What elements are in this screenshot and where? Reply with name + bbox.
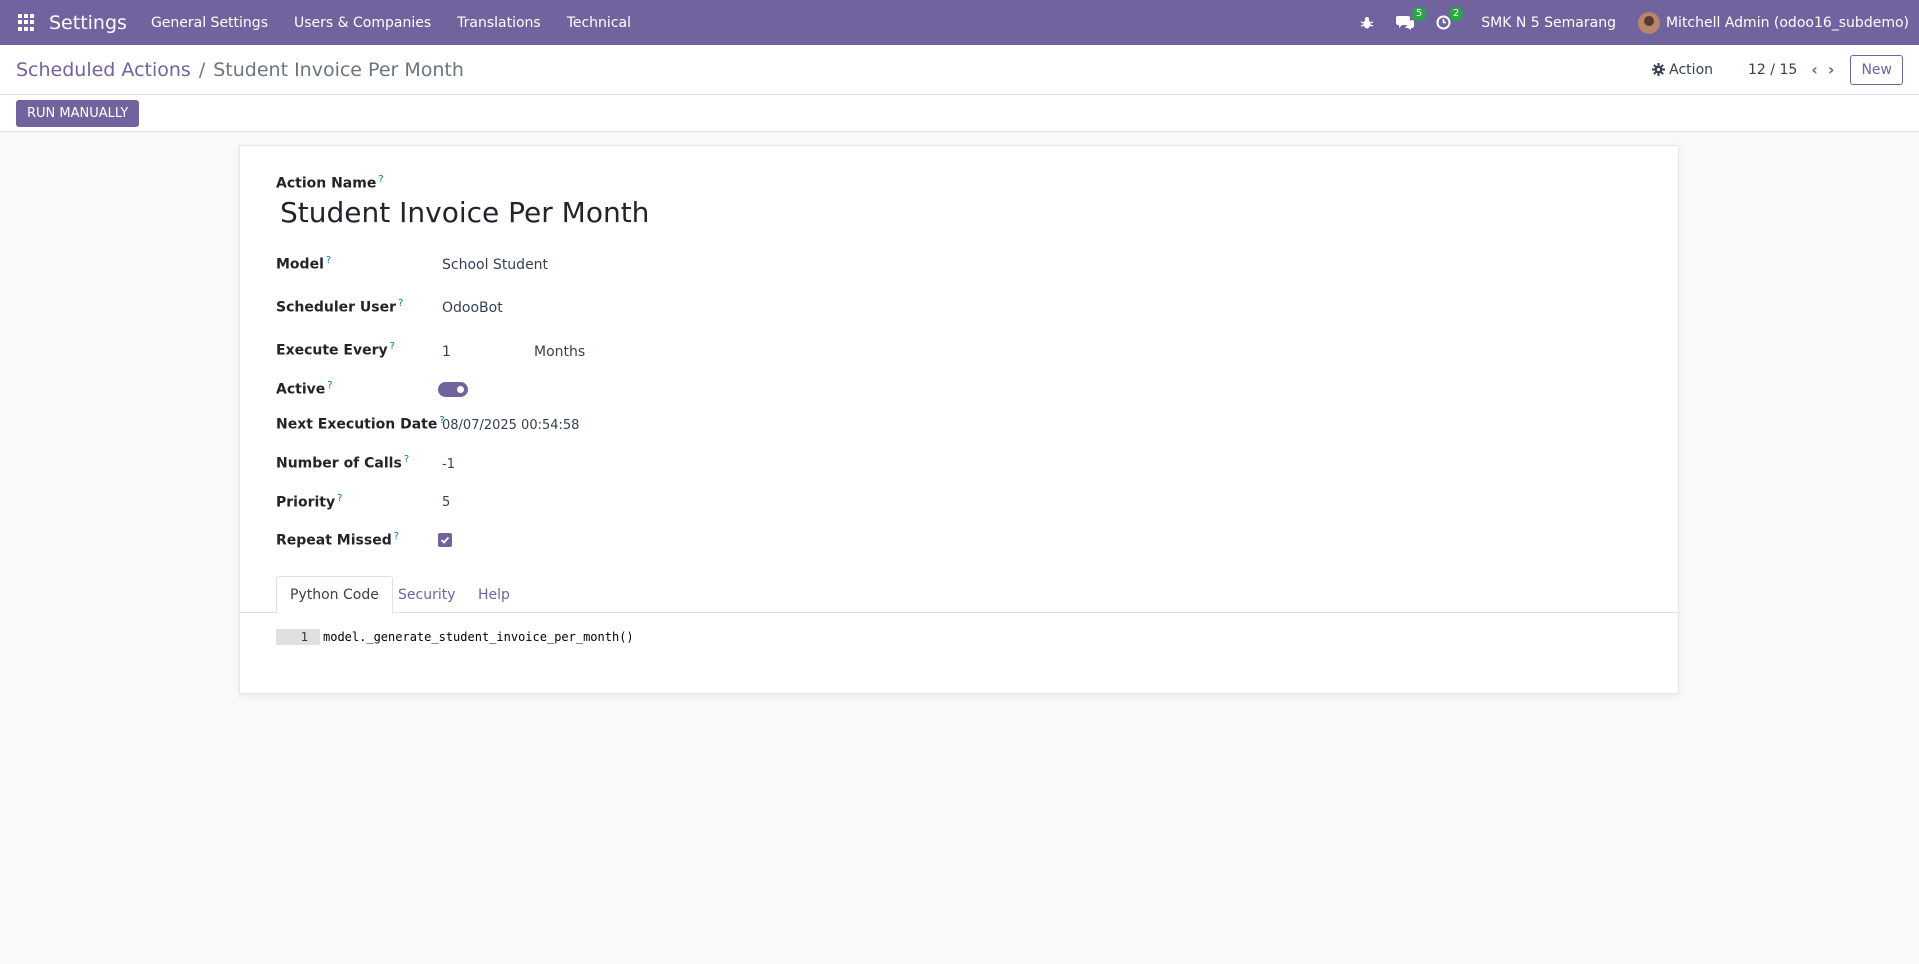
priority-label: Priority? <box>276 493 343 511</box>
form-sheet: Action Name? Student Invoice Per Month M… <box>239 145 1680 694</box>
active-toggle[interactable] <box>438 382 468 397</box>
action-name-field[interactable]: Student Invoice Per Month <box>280 196 649 229</box>
breadcrumb-current: Student Invoice Per Month <box>213 58 464 81</box>
menu-technical[interactable]: Technical <box>567 15 631 31</box>
next-execution-date-field[interactable]: 08/07/2025 00:54:58 <box>442 418 579 433</box>
menu-users-companies[interactable]: Users & Companies <box>294 15 431 31</box>
help-tooltip-icon[interactable]: ? <box>404 454 409 465</box>
help-tooltip-icon[interactable]: ? <box>337 493 342 504</box>
form-statusbar: RUN MANUALLY <box>0 95 1919 132</box>
interval-type-select[interactable]: Months <box>534 344 585 360</box>
help-tooltip-icon[interactable]: ? <box>327 380 332 391</box>
tab-help[interactable]: Help <box>465 576 523 613</box>
interval-number-field[interactable]: 1 <box>442 344 451 360</box>
action-menu-button[interactable]: Action <box>1652 62 1713 78</box>
repeat-missed-label: Repeat Missed? <box>276 531 400 549</box>
help-tooltip-icon[interactable]: ? <box>390 341 395 352</box>
control-panel-right: Action 12 / 15 ‹ › New <box>1652 54 1919 85</box>
pager-value[interactable]: 12 / 15 <box>1748 62 1797 78</box>
help-tooltip-icon[interactable]: ? <box>378 174 383 185</box>
notebook-tabs: Python Code Security Help <box>240 576 1680 614</box>
line-number: 1 <box>276 629 320 645</box>
scheduler-user-field[interactable]: OdooBot <box>442 300 503 316</box>
menu-translations[interactable]: Translations <box>457 15 541 31</box>
action-name-label: Action Name? <box>276 174 384 192</box>
run-manually-button[interactable]: RUN MANUALLY <box>16 99 140 127</box>
breadcrumb-separator: / <box>198 58 206 81</box>
active-label: Active? <box>276 380 333 398</box>
pager-previous-chevron-left-icon[interactable]: ‹ <box>1811 60 1818 79</box>
company-switcher[interactable]: SMK N 5 Semarang <box>1481 15 1616 31</box>
main-menu: General Settings Users & Companies Trans… <box>151 15 657 31</box>
number-of-calls-field[interactable]: -1 <box>442 457 455 472</box>
top-navbar: Settings General Settings Users & Compan… <box>0 0 1919 45</box>
control-panel: Scheduled Actions / Student Invoice Per … <box>0 45 1919 95</box>
pager-next-chevron-right-icon[interactable]: › <box>1828 60 1835 79</box>
next-execution-date-label: Next Execution Date? <box>276 415 445 433</box>
breadcrumb: Scheduled Actions / Student Invoice Per … <box>16 59 464 81</box>
debug-bug-icon[interactable] <box>1360 16 1374 30</box>
code-line[interactable]: model._generate_student_invoice_per_mont… <box>323 629 634 645</box>
tab-python-code[interactable]: Python Code <box>276 576 393 614</box>
app-name[interactable]: Settings <box>49 12 127 34</box>
checkmark-icon <box>440 536 450 544</box>
repeat-missed-checkbox[interactable] <box>438 533 452 547</box>
breadcrumb-scheduled-actions[interactable]: Scheduled Actions <box>16 59 191 81</box>
messages-badge: 5 <box>1411 7 1427 21</box>
new-button[interactable]: New <box>1850 54 1903 85</box>
user-name: Mitchell Admin (odoo16_subdemo) <box>1665 14 1909 31</box>
python-code-editor[interactable]: 1 model._generate_student_invoice_per_mo… <box>276 629 634 645</box>
execute-every-label: Execute Every? <box>276 341 395 359</box>
help-tooltip-icon[interactable]: ? <box>326 255 331 266</box>
menu-general-settings[interactable]: General Settings <box>151 15 268 31</box>
number-of-calls-label: Number of Calls? <box>276 454 410 472</box>
gear-icon <box>1652 63 1666 76</box>
priority-field[interactable]: 5 <box>442 495 450 510</box>
help-tooltip-icon[interactable]: ? <box>398 298 403 309</box>
apps-menu-icon[interactable] <box>18 14 35 31</box>
activities-clock-icon[interactable]: 2 <box>1436 7 1464 30</box>
user-menu[interactable]: Mitchell Admin (odoo16_subdemo) <box>1637 11 1909 34</box>
avatar <box>1637 11 1660 34</box>
messages-chat-icon[interactable]: 5 <box>1396 7 1427 30</box>
model-label: Model? <box>276 255 332 273</box>
scheduler-user-label: Scheduler User? <box>276 298 404 316</box>
help-tooltip-icon[interactable]: ? <box>394 531 399 542</box>
model-field[interactable]: School Student <box>442 257 548 273</box>
systray: 5 2 SMK N 5 Semarang Mitchell Admin (odo… <box>1360 0 1919 45</box>
action-label: Action <box>1669 61 1714 78</box>
tab-security[interactable]: Security <box>385 576 469 613</box>
activities-badge: 2 <box>1448 7 1464 21</box>
